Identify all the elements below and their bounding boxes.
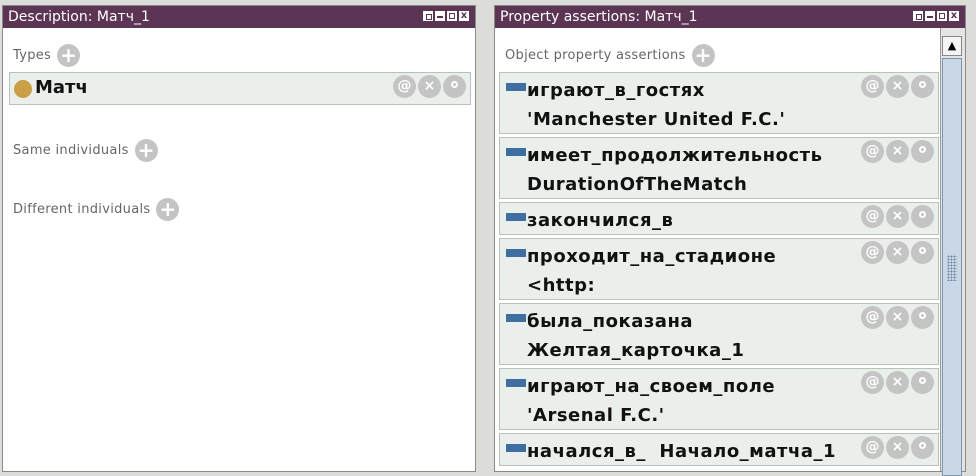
assertion-row[interactable]: играют_на_своем_поле 'Arsenal F.C.' @ × <box>499 368 939 430</box>
add-type-button[interactable]: + <box>57 44 81 67</box>
add-object-property-button[interactable]: + <box>691 44 715 67</box>
assertion-text: играют_на_своем_поле 'Arsenal F.C.' <box>527 376 782 426</box>
add-different-individual-button[interactable]: + <box>156 198 180 221</box>
close-icon[interactable]: x <box>949 11 959 21</box>
assertion-row[interactable]: играют_в_гостях 'Manchester United F.C.'… <box>499 72 939 134</box>
assertion-actions: @ × <box>861 241 934 264</box>
minimize-icon[interactable] <box>435 11 445 21</box>
annotate-icon[interactable]: @ <box>393 75 416 98</box>
object-property-icon <box>506 148 526 156</box>
restore-icon[interactable] <box>913 11 923 21</box>
remove-icon[interactable]: × <box>886 140 909 163</box>
maximize-icon[interactable] <box>937 11 947 21</box>
description-titlebar: Description: Матч_1 x <box>3 6 475 28</box>
object-property-header: Object property assertions + <box>505 44 715 67</box>
close-icon[interactable]: x <box>459 11 469 21</box>
object-property-icon <box>506 213 526 221</box>
object-property-icon <box>506 314 526 322</box>
assertion-actions: @ × <box>861 140 934 163</box>
annotate-icon[interactable]: @ <box>861 241 884 264</box>
object-property-label: Object property assertions <box>505 48 686 63</box>
same-individuals-header: Same individuals + <box>13 139 158 162</box>
edit-icon[interactable] <box>911 306 934 329</box>
annotate-icon[interactable]: @ <box>861 140 884 163</box>
restore-icon[interactable] <box>423 11 433 21</box>
remove-icon[interactable]: × <box>886 306 909 329</box>
assertion-actions: @ × <box>861 371 934 394</box>
edit-icon[interactable] <box>911 75 934 98</box>
different-individuals-header: Different individuals + <box>13 198 180 221</box>
assertion-text: была_показана Желтая_карточка_1 <box>527 311 745 361</box>
assertion-actions: @ × <box>861 306 934 329</box>
window-controls: x <box>913 11 959 21</box>
assertion-row[interactable]: проходит_на_стадионе <http: //sws.geonam… <box>499 238 939 325</box>
remove-icon[interactable]: × <box>886 75 909 98</box>
description-title: Description: Матч_1 <box>8 9 150 25</box>
scroll-thumb[interactable] <box>942 58 962 476</box>
edit-icon[interactable] <box>443 75 466 98</box>
assertion-actions: @ × <box>861 205 934 228</box>
remove-icon[interactable]: × <box>886 436 909 459</box>
property-assertions-panel: Property assertions: Матч_1 x Object pro… <box>494 5 966 476</box>
object-property-icon <box>506 444 526 452</box>
edit-icon[interactable] <box>911 436 934 459</box>
object-property-icon <box>506 249 526 257</box>
assertion-row[interactable]: имеет_продолжительность DurationOfTheMat… <box>499 137 939 199</box>
type-item-label: Матч <box>35 77 88 98</box>
edit-icon[interactable] <box>911 241 934 264</box>
type-item-actions: @ × <box>393 75 466 98</box>
property-title: Property assertions: Матч_1 <box>500 9 698 25</box>
annotate-icon[interactable]: @ <box>861 306 884 329</box>
assertion-row[interactable]: закончился_в Конец_матча_1_ @ × <box>499 202 939 260</box>
remove-icon[interactable]: × <box>418 75 441 98</box>
assertion-row[interactable]: начался_в_ Начало_матча_1 @ × <box>499 433 939 466</box>
annotate-icon[interactable]: @ <box>861 205 884 228</box>
vertical-scrollbar[interactable]: ▲ <box>940 28 965 476</box>
types-section-header: Types + <box>13 44 81 67</box>
class-icon <box>14 80 32 98</box>
annotate-icon[interactable]: @ <box>861 75 884 98</box>
annotate-icon[interactable]: @ <box>861 371 884 394</box>
assertion-actions: @ × <box>861 75 934 98</box>
object-property-icon <box>506 83 526 91</box>
same-individuals-label: Same individuals <box>13 143 129 158</box>
assertion-row[interactable]: была_показана Желтая_карточка_1 @ × <box>499 303 939 365</box>
edit-icon[interactable] <box>911 371 934 394</box>
types-label: Types <box>13 48 52 63</box>
annotate-icon[interactable]: @ <box>861 436 884 459</box>
type-item-row[interactable]: Матч @ × <box>9 72 471 105</box>
object-property-icon <box>506 379 526 387</box>
scroll-grip-icon <box>947 255 957 281</box>
assertion-text: начался_в_ Начало_матча_1 <box>527 441 837 462</box>
assertion-text: имеет_продолжительность DurationOfTheMat… <box>527 145 830 195</box>
edit-icon[interactable] <box>911 205 934 228</box>
different-individuals-label: Different individuals <box>13 202 151 217</box>
property-titlebar: Property assertions: Матч_1 x <box>495 6 965 28</box>
remove-icon[interactable]: × <box>886 241 909 264</box>
add-same-individual-button[interactable]: + <box>134 139 158 162</box>
assertion-text: играют_в_гостях 'Manchester United F.C.' <box>527 80 786 130</box>
scroll-up-button[interactable]: ▲ <box>942 36 962 56</box>
minimize-icon[interactable] <box>925 11 935 21</box>
remove-icon[interactable]: × <box>886 371 909 394</box>
edit-icon[interactable] <box>911 140 934 163</box>
remove-icon[interactable]: × <box>886 205 909 228</box>
assertion-actions: @ × <box>861 436 934 459</box>
description-panel: Description: Матч_1 x Types + Матч @ × S… <box>2 5 476 472</box>
maximize-icon[interactable] <box>447 11 457 21</box>
window-controls: x <box>423 11 469 21</box>
